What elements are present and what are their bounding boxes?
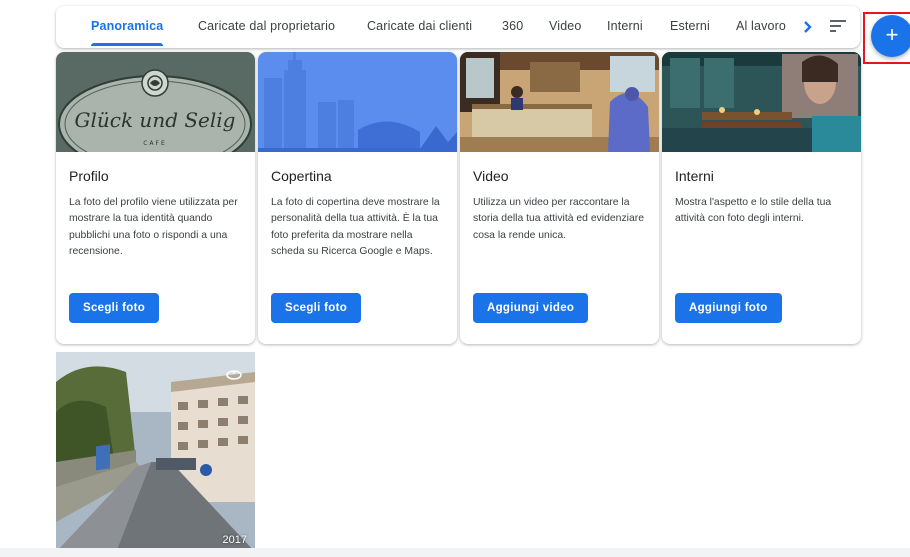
video-cafe-image (460, 52, 659, 152)
profile-logo-image: Glück und Selig CAFE (56, 52, 255, 152)
card-title: Profilo (69, 168, 109, 184)
tab-caricate-dal-proprietario[interactable]: Caricate dal proprietario (198, 6, 335, 48)
add-photo-button[interactable]: + (871, 15, 910, 57)
aggiungi-foto-interni-button[interactable]: Aggiungi foto (675, 293, 782, 323)
card-title: Copertina (271, 168, 332, 184)
card-title: Video (473, 168, 509, 184)
card-title: Interni (675, 168, 714, 184)
tab-360[interactable]: 360 (502, 6, 523, 48)
card-description: Utilizza un video per raccontare la stor… (473, 197, 644, 241)
card-description: La foto del profilo viene utilizzata per… (69, 197, 238, 257)
scegli-foto-profilo-button[interactable]: Scegli foto (69, 293, 160, 323)
photo-year: 2017 (222, 534, 247, 546)
scegli-foto-copertina-button[interactable]: Scegli foto (271, 293, 362, 323)
card-video: Video Utilizza un video per raccontare l… (460, 52, 659, 344)
cover-illustration (258, 52, 457, 152)
tab-esterni[interactable]: Esterni (670, 6, 710, 48)
tab-panoramica[interactable]: Panoramica (91, 6, 164, 48)
card-description: La foto di copertina deve mostrare la pe… (271, 197, 440, 257)
tab-al-lavoro[interactable]: Al lavoro (736, 6, 790, 48)
card-description: Mostra l'aspetto e lo stile della tua at… (675, 197, 832, 225)
panorama-360-icon (226, 368, 242, 380)
tab-caricate-dai-clienti[interactable]: Caricate dai clienti (367, 6, 472, 48)
card-interni: Interni Mostra l'aspetto e lo stile dell… (662, 52, 861, 344)
chevron-right-icon[interactable] (796, 6, 820, 48)
aggiungi-video-button[interactable]: Aggiungi video (473, 293, 589, 323)
svg-text:Glück und Selig: Glück und Selig (75, 108, 236, 132)
interior-image (662, 52, 861, 152)
sort-icon[interactable] (830, 19, 846, 33)
card-profilo: Glück und Selig CAFE Profilo La foto del… (56, 52, 255, 344)
tab-video[interactable]: Video (549, 6, 582, 48)
svg-text:CAFE: CAFE (143, 140, 167, 147)
tab-interni[interactable]: Interni (607, 6, 643, 48)
card-copertina: Copertina La foto di copertina deve most… (258, 52, 457, 344)
photo-tabs-bar: Panoramica Caricate dal proprietario Car… (56, 6, 860, 48)
bottom-scroll-area (0, 548, 910, 557)
street-view-photo[interactable]: 2017 (56, 352, 255, 552)
